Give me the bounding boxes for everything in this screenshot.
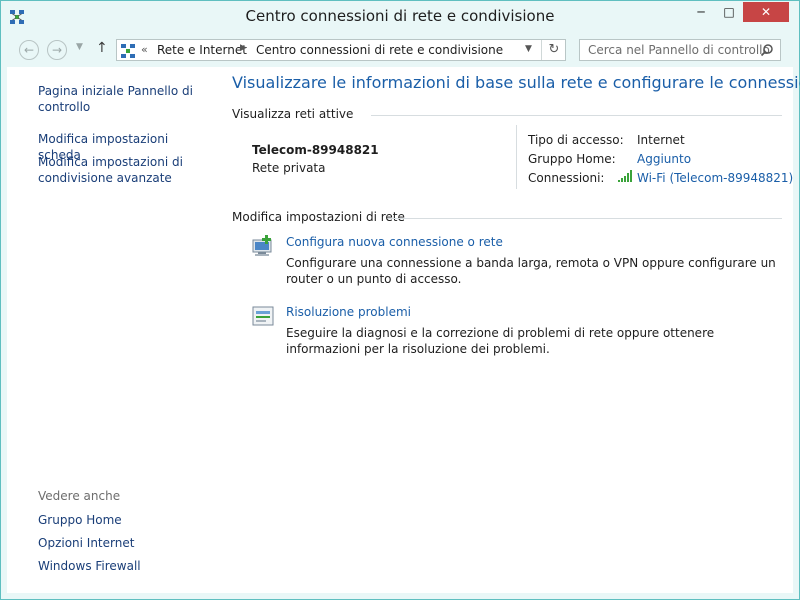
minimize-button[interactable]: ─ <box>687 2 715 22</box>
maximize-button[interactable]: □ <box>715 2 743 22</box>
setup-new-connection-link[interactable]: Configura nuova connessione o rete <box>286 235 503 249</box>
wifi-signal-icon <box>618 170 632 182</box>
section-divider <box>388 218 782 219</box>
window: Centro connessioni di rete e condivision… <box>0 0 800 600</box>
network-category[interactable]: Rete privata <box>252 161 325 175</box>
breadcrumb-current[interactable]: Centro connessioni di rete e condivision… <box>256 43 503 57</box>
title-bar: Centro connessioni di rete e condivision… <box>1 1 799 33</box>
troubleshoot-description: Eseguire la diagnosi e la correzione di … <box>286 326 715 356</box>
network-divider <box>516 125 517 189</box>
search-placeholder: Cerca nel Pannello di controllo <box>588 43 770 57</box>
search-icon[interactable] <box>760 43 774 57</box>
navigation-bar: ← → ▼ ↑ « Rete e Internet ▶ Centro conne… <box>1 33 799 67</box>
network-center-icon <box>121 44 135 58</box>
connections-label: Connessioni: <box>528 171 605 185</box>
see-also-heading: Vedere anche <box>38 489 121 503</box>
sidebar-item-control-panel-home[interactable]: Pagina iniziale Pannello di controllo <box>38 83 208 115</box>
page-title: Visualizzare le informazioni di base sul… <box>232 73 800 92</box>
homegroup-link[interactable]: Aggiunto <box>637 152 691 166</box>
sidebar-item-windows-firewall[interactable]: Windows Firewall <box>38 558 208 574</box>
address-dropdown-chevron-icon[interactable]: ▼ <box>525 44 532 54</box>
setup-new-connection-description: Configurare una connessione a banda larg… <box>286 256 776 286</box>
content-pane: Pagina iniziale Pannello di controllo Mo… <box>7 67 800 593</box>
sidebar-item-advanced-sharing[interactable]: Modifica impostazioni di condivisione av… <box>38 154 208 186</box>
section-divider <box>371 115 782 116</box>
network-name: Telecom-89948821 <box>252 143 379 157</box>
wifi-connection-link[interactable]: Wi-Fi (Telecom-89948821) <box>637 171 793 185</box>
breadcrumb-separator-icon[interactable]: ▶ <box>240 43 247 53</box>
back-button[interactable]: ← <box>19 40 39 60</box>
search-input[interactable]: Cerca nel Pannello di controllo <box>579 39 781 61</box>
homegroup-label: Gruppo Home: <box>528 152 616 166</box>
close-button[interactable]: ✕ <box>743 2 789 22</box>
recent-locations-chevron-icon[interactable]: ▼ <box>76 42 83 52</box>
refresh-button[interactable]: ↻ <box>541 40 566 60</box>
address-bar[interactable]: « Rete e Internet ▶ Centro connessioni d… <box>116 39 566 61</box>
forward-button[interactable]: → <box>47 40 67 60</box>
troubleshoot-link[interactable]: Risoluzione problemi <box>286 305 411 319</box>
change-settings-heading: Modifica impostazioni di rete <box>232 210 405 224</box>
breadcrumb-rete-e-internet[interactable]: Rete e Internet <box>157 43 247 57</box>
active-networks-heading: Visualizza reti attive <box>232 107 354 121</box>
up-button[interactable]: ↑ <box>96 40 108 56</box>
access-type-label: Tipo di accesso: <box>528 133 624 147</box>
sidebar-item-homegroup[interactable]: Gruppo Home <box>38 512 208 528</box>
window-title: Centro connessioni di rete e condivision… <box>245 7 555 25</box>
sidebar-item-internet-options[interactable]: Opzioni Internet <box>38 535 208 551</box>
new-connection-icon <box>252 235 272 256</box>
troubleshoot-icon <box>252 306 274 326</box>
breadcrumb-overflow-icon[interactable]: « <box>141 43 148 56</box>
access-type-value: Internet <box>637 133 685 147</box>
